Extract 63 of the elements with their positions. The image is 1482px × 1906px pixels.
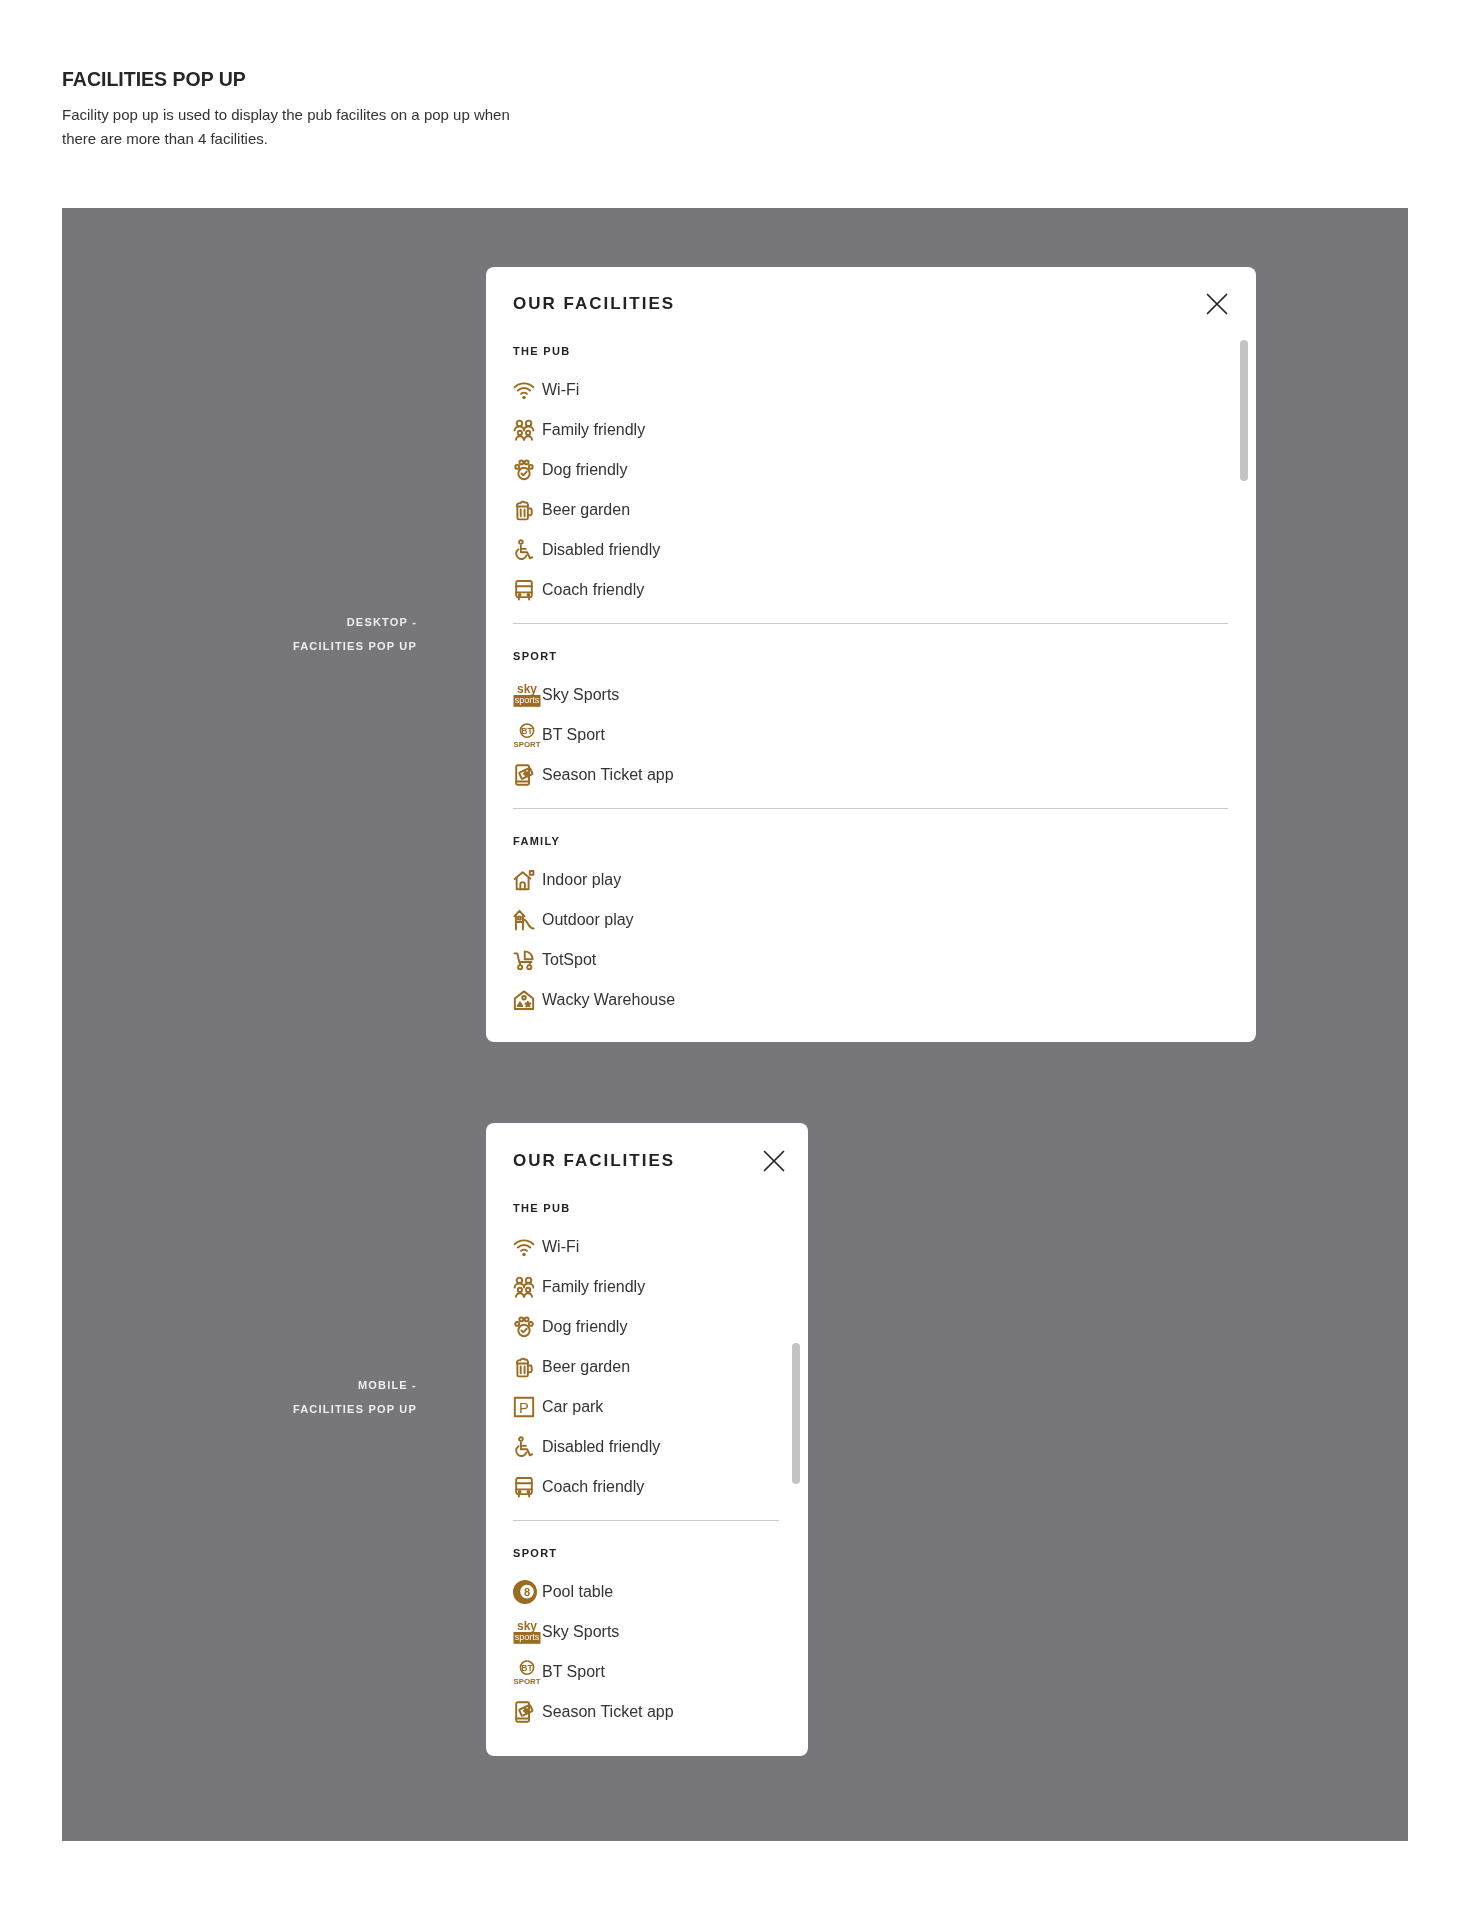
page-description: Facility pop up is used to display the pub facilites on a pop up when there are more than 4 facilities. (62, 105, 511, 149)
playhouse-slide-icon (513, 909, 535, 931)
section-heading: SPORT (513, 649, 558, 663)
page-title: FACILITIES POP UP (62, 67, 246, 91)
family-icon (513, 1276, 535, 1298)
facility-label: Dog friendly (542, 460, 628, 480)
close-button[interactable] (1206, 293, 1228, 315)
facility-label: Sky Sports (542, 1622, 620, 1642)
facility-label: Coach friendly (542, 580, 645, 600)
facility-label: TotSpot (542, 950, 597, 970)
facility-label: Beer garden (542, 1357, 631, 1377)
variant-label: MOBILE - FACILITIES POP UP (292, 1378, 417, 1417)
facility-label: Season Ticket app (542, 765, 674, 785)
facility-label: Season Ticket app (542, 1702, 674, 1722)
paw-icon (513, 1316, 535, 1338)
pool-ball-icon: 8 (513, 1580, 537, 1604)
wifi-icon (513, 379, 535, 401)
section-heading: THE PUB (513, 1201, 571, 1215)
bus-icon (513, 579, 535, 601)
house-icon (513, 869, 535, 891)
scrollbar-thumb[interactable] (1240, 340, 1248, 481)
parking-sign-icon: P (513, 1396, 535, 1418)
wheelchair-icon (513, 539, 535, 561)
facility-label: Wacky Warehouse (542, 990, 676, 1010)
variant-label: DESKTOP - FACILITIES POP UP (292, 615, 417, 654)
facility-label: Indoor play (542, 870, 622, 890)
popup-title: OUR FACILITIES (513, 293, 676, 315)
facility-label: Dog friendly (542, 1317, 628, 1337)
facility-label: Disabled friendly (542, 540, 661, 560)
phone-ticket-icon (513, 764, 535, 786)
facility-label: Family friendly (542, 1277, 646, 1297)
popup-title: OUR FACILITIES (513, 1150, 676, 1172)
facility-label: BT Sport (542, 1662, 605, 1682)
bus-icon (513, 1476, 535, 1498)
scrollbar-thumb[interactable] (792, 1343, 800, 1484)
beer-mug-icon (513, 1356, 535, 1378)
facility-label: Car park (542, 1397, 604, 1417)
wifi-icon (513, 1236, 535, 1258)
facility-label: Disabled friendly (542, 1437, 661, 1457)
section-heading: FAMILY (513, 834, 561, 848)
close-button[interactable] (763, 1150, 785, 1172)
facility-label: Wi-Fi (542, 380, 580, 400)
wheelchair-icon (513, 1436, 535, 1458)
facility-label: Coach friendly (542, 1477, 645, 1497)
beer-mug-icon (513, 499, 535, 521)
phone-ticket-icon (513, 1701, 535, 1723)
facility-label: Pool table (542, 1582, 614, 1602)
close-icon (763, 1150, 785, 1172)
house-shapes-icon (513, 989, 535, 1011)
section-heading: THE PUB (513, 344, 571, 358)
facility-label: BT Sport (542, 725, 605, 745)
facility-label: Outdoor play (542, 910, 634, 930)
pram-icon (513, 949, 535, 971)
facility-label: Beer garden (542, 500, 631, 520)
facility-label: Family friendly (542, 420, 646, 440)
facility-label: Wi-Fi (542, 1237, 580, 1257)
paw-icon (513, 459, 535, 481)
facility-label: Sky Sports (542, 685, 620, 705)
section-heading: SPORT (513, 1546, 558, 1560)
sky-sports-logo: sky sports (513, 683, 541, 707)
sky-sports-logo: sky sports (513, 1620, 541, 1644)
family-icon (513, 419, 535, 441)
close-icon (1206, 293, 1228, 315)
